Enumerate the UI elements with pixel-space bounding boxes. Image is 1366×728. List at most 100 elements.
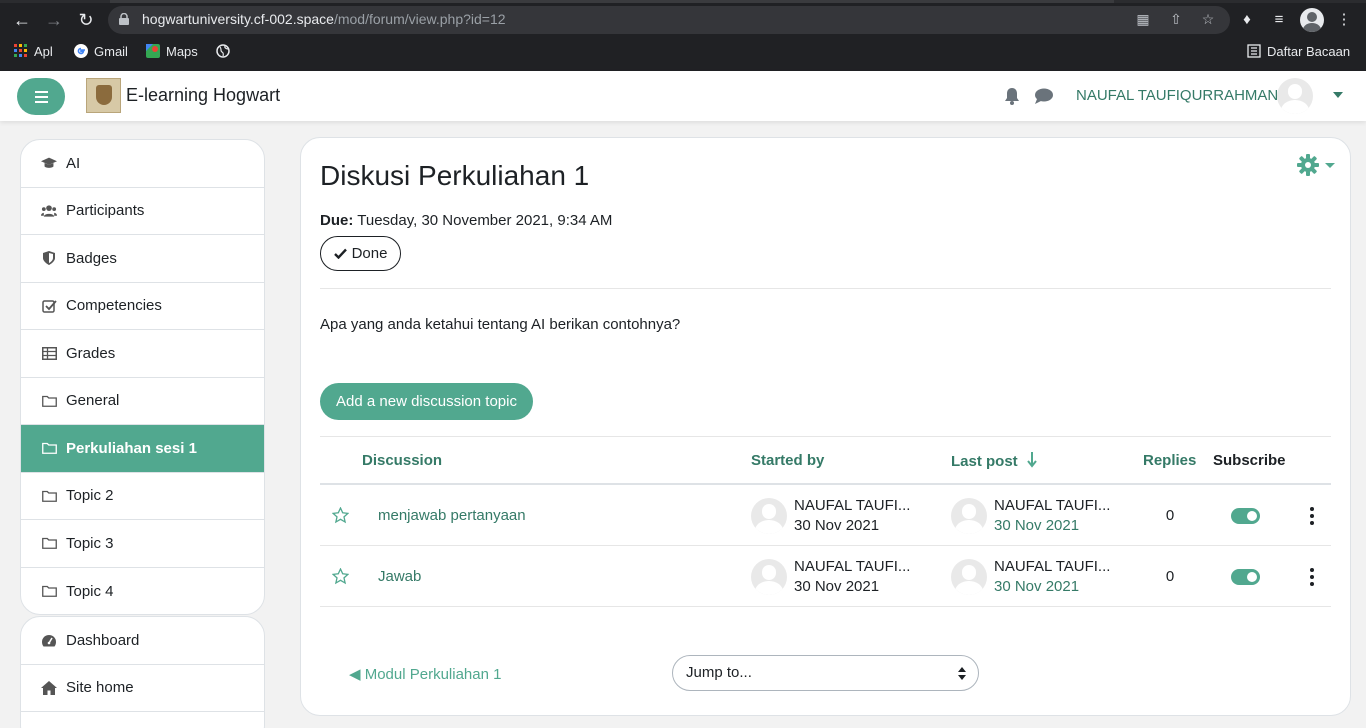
user-name[interactable]: NAUFAL TAUFIQURRAHMAN	[1076, 87, 1278, 104]
chevron-down-icon[interactable]	[1325, 163, 1335, 168]
drawer-toggle-button[interactable]	[17, 78, 65, 115]
reading-list-label: Daftar Bacaan	[1267, 44, 1351, 59]
avatar[interactable]	[951, 559, 987, 595]
sidebar-item-label: Grades	[66, 344, 116, 362]
page-title: Diskusi Perkuliahan 1	[320, 160, 590, 191]
extensions-icon[interactable]: ♦	[1237, 10, 1257, 30]
user-avatar[interactable]	[1277, 78, 1313, 114]
discussion-link[interactable]: Jawab	[378, 568, 421, 585]
home-icon	[41, 680, 57, 696]
reload-icon[interactable]: ↻	[74, 8, 98, 32]
browser-menu-icon[interactable]: ⋮	[1334, 10, 1354, 30]
notification-bell-icon[interactable]	[1004, 87, 1020, 105]
google-icon	[74, 44, 88, 58]
sidebar-item-badges[interactable]: Badges	[21, 235, 264, 283]
sidebar-item-topic-3[interactable]: Topic 3	[21, 520, 264, 568]
header-subscribe: Subscribe	[1213, 452, 1286, 469]
last-post-name[interactable]: NAUFAL TAUFI...	[994, 558, 1110, 575]
bookmark-star-icon[interactable]: ☆	[1200, 11, 1216, 27]
header-replies[interactable]: Replies	[1143, 452, 1196, 469]
avatar[interactable]	[951, 498, 987, 534]
reading-list[interactable]: Daftar Bacaan	[1247, 43, 1350, 61]
sidebar-item-participants[interactable]: Participants	[21, 188, 264, 235]
folder-icon	[41, 535, 57, 551]
url-path: /mod/forum/view.php?id=12	[333, 11, 506, 27]
sidebar-item-ai[interactable]: AI	[21, 140, 264, 188]
due-label: Due:	[320, 212, 354, 229]
avatar[interactable]	[751, 559, 787, 595]
bookmark-gmail-label: Gmail	[94, 44, 128, 59]
add-discussion-button[interactable]: Add a new discussion topic	[320, 383, 533, 420]
sidebar-item-topic-4[interactable]: Topic 4	[21, 568, 264, 615]
sidebar-item-competencies[interactable]: Competencies	[21, 283, 264, 330]
sidebar-item-label: AI	[66, 154, 81, 172]
url-text[interactable]: hogwartuniversity.cf-002.space/mod/forum…	[142, 11, 506, 27]
star-icon[interactable]	[332, 568, 349, 585]
sidebar-item-perkuliahan-sesi-1[interactable]: Perkuliahan sesi 1	[21, 425, 264, 473]
translate-icon[interactable]: ▦	[1135, 11, 1151, 27]
select-arrows-icon	[958, 667, 966, 680]
folder-icon	[41, 583, 57, 599]
sidebar-item-grades[interactable]: Grades	[21, 330, 264, 378]
sidebar-item-label: Topic 3	[66, 534, 114, 552]
forward-icon[interactable]: →	[42, 8, 66, 32]
done-button[interactable]: Done	[320, 236, 401, 271]
sidebar-item-label: Topic 4	[66, 582, 114, 600]
check-square-icon	[41, 298, 57, 314]
previous-activity-link[interactable]: ◀ Modul Perkuliahan 1	[349, 665, 501, 683]
subscribe-toggle[interactable]	[1231, 508, 1260, 524]
last-post-name[interactable]: NAUFAL TAUFI...	[994, 497, 1110, 514]
last-post-date[interactable]: 30 Nov 2021	[994, 517, 1079, 534]
site-title[interactable]: E-learning Hogwart	[126, 85, 280, 106]
sidebar-item-site-home[interactable]: Site home	[21, 665, 264, 712]
due-value: Tuesday, 30 November 2021, 9:34 AM	[357, 212, 613, 229]
maps-icon	[146, 44, 160, 58]
avatar[interactable]	[751, 498, 787, 534]
bookmark-gmail[interactable]: Gmail	[74, 43, 128, 61]
table-header: Discussion Started by Last post Replies …	[320, 436, 1331, 485]
users-icon	[41, 203, 57, 219]
sidebar-item-label: Participants	[66, 202, 145, 220]
browser-profile-avatar[interactable]	[1300, 8, 1324, 32]
globe-icon	[216, 44, 230, 58]
bookmark-globe[interactable]	[216, 43, 236, 61]
bookmark-apps-label: Apl	[34, 44, 53, 59]
messages-icon[interactable]	[1034, 88, 1054, 104]
user-menu-caret-icon[interactable]	[1333, 92, 1343, 98]
started-by-name[interactable]: NAUFAL TAUFI...	[794, 497, 910, 514]
bookmark-maps[interactable]: Maps	[146, 43, 198, 61]
sidebar-item-label: Topic 2	[66, 487, 114, 505]
bookmark-apps[interactable]: Apl	[14, 43, 53, 61]
table-row: menjawab pertanyaan NAUFAL TAUFI... 30 N…	[320, 485, 1331, 546]
url-host: hogwartuniversity.cf-002.space	[142, 11, 334, 27]
folder-icon	[41, 393, 57, 409]
started-by-name[interactable]: NAUFAL TAUFI...	[794, 558, 910, 575]
discussion-table: Discussion Started by Last post Replies …	[320, 436, 1331, 607]
gear-icon[interactable]	[1297, 154, 1319, 176]
sidebar-item-dashboard[interactable]: Dashboard	[21, 617, 264, 665]
apps-grid-icon	[14, 44, 27, 57]
header-discussion[interactable]: Discussion	[362, 452, 442, 469]
divider	[320, 288, 1331, 289]
back-icon[interactable]: ←	[10, 8, 34, 32]
sidebar-item-general[interactable]: General	[21, 378, 264, 425]
graduation-cap-icon	[41, 155, 57, 171]
star-icon[interactable]	[332, 507, 349, 524]
header-last-post[interactable]: Last post	[951, 452, 1037, 470]
shield-icon	[41, 250, 57, 266]
last-post-date[interactable]: 30 Nov 2021	[994, 578, 1079, 595]
sidebar-item-topic-2[interactable]: Topic 2	[21, 473, 264, 520]
jump-to-select[interactable]: Jump to...	[672, 655, 979, 691]
sidebar-item-more[interactable]	[21, 712, 264, 728]
subscribe-toggle[interactable]	[1231, 569, 1260, 585]
media-queue-icon[interactable]: ≡	[1269, 10, 1289, 30]
header-started-by[interactable]: Started by	[751, 452, 824, 469]
forum-intro: Apa yang anda ketahui tentang AI berikan…	[320, 316, 681, 333]
sidebar-item-label: Site home	[66, 679, 134, 697]
share-icon[interactable]: ⇧	[1168, 11, 1184, 27]
sidebar-item-label: Competencies	[66, 297, 162, 315]
more-actions-icon[interactable]	[1309, 568, 1315, 586]
site-logo[interactable]	[86, 78, 121, 113]
discussion-link[interactable]: menjawab pertanyaan	[378, 507, 526, 524]
more-actions-icon[interactable]	[1309, 507, 1315, 525]
